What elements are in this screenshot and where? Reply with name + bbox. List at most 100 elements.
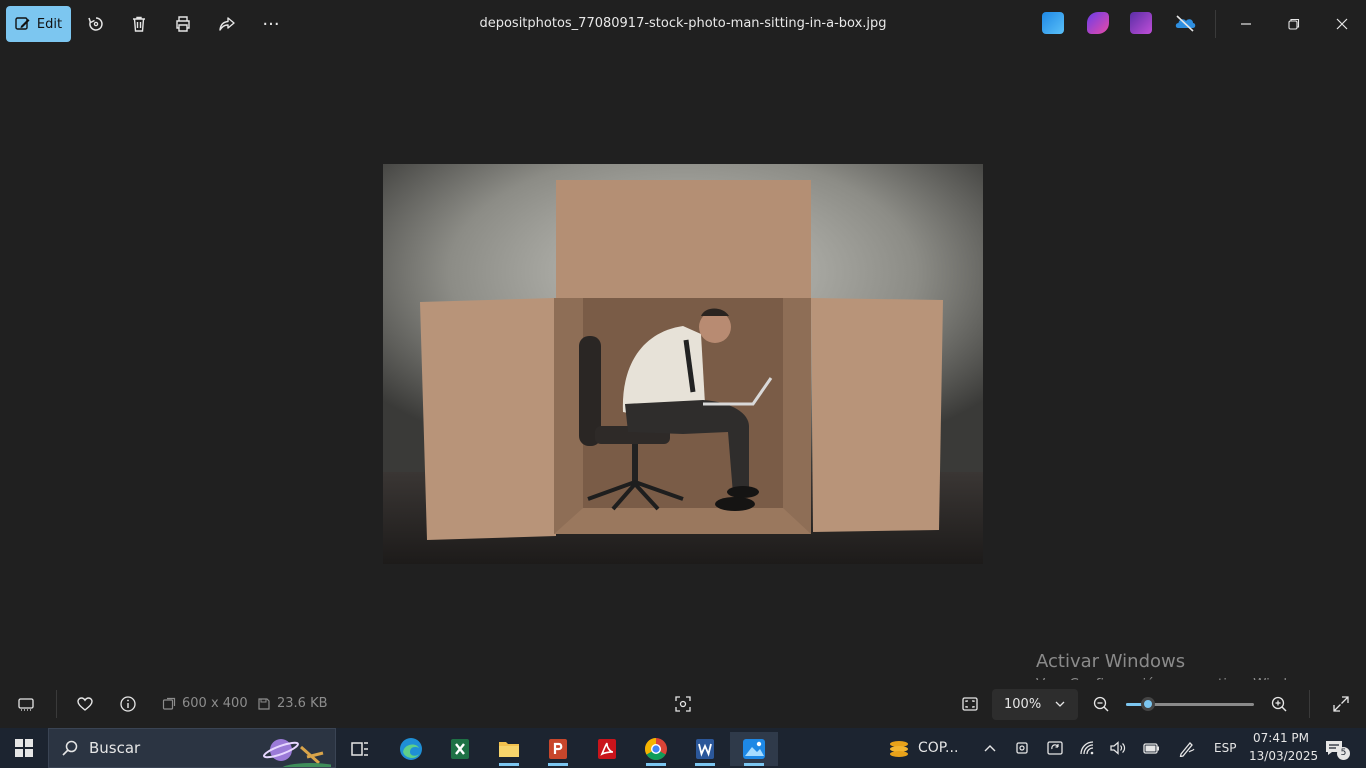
designer-app-icon[interactable] bbox=[1042, 12, 1064, 34]
restore-icon bbox=[1288, 18, 1300, 30]
edit-icon bbox=[15, 17, 30, 30]
image-dimensions: 600 x 400 bbox=[162, 696, 248, 711]
chevron-down-icon bbox=[1055, 701, 1065, 707]
clock-date[interactable]: 13/03/2025 bbox=[1249, 749, 1318, 763]
pen-tray[interactable] bbox=[1177, 738, 1197, 758]
notification-badge: 5 bbox=[1337, 747, 1350, 760]
show-hidden-icons-button[interactable] bbox=[980, 738, 1000, 758]
taskbar-powerpoint[interactable] bbox=[536, 732, 580, 766]
chevron-up-icon bbox=[984, 745, 996, 752]
fit-to-window-button[interactable] bbox=[957, 692, 983, 716]
visual-search-button[interactable] bbox=[670, 692, 696, 716]
maximize-button[interactable] bbox=[1274, 8, 1314, 40]
zoom-in-icon bbox=[1271, 696, 1287, 712]
taskbar-excel[interactable] bbox=[438, 732, 482, 766]
zoom-slider-thumb[interactable] bbox=[1140, 697, 1155, 711]
running-indicator bbox=[548, 763, 568, 766]
wifi-icon bbox=[1080, 741, 1094, 755]
windows-taskbar: Buscar COP... ESP 07:41 PM 13/03/2025 5 bbox=[0, 728, 1366, 768]
onedrive-icon[interactable] bbox=[1174, 12, 1196, 34]
zoom-out-icon bbox=[1093, 696, 1109, 712]
zoom-level-text: 100% bbox=[1004, 697, 1042, 712]
taskbar-search-box[interactable]: Buscar bbox=[48, 728, 336, 768]
dimensions-icon bbox=[162, 697, 176, 710]
copilot-app-icon[interactable] bbox=[1087, 12, 1109, 34]
favorite-button[interactable] bbox=[72, 692, 98, 716]
zoom-out-button[interactable] bbox=[1088, 692, 1114, 716]
clipchamp-app-icon[interactable] bbox=[1130, 12, 1152, 34]
printer-icon bbox=[176, 16, 190, 32]
minimize-icon bbox=[1241, 23, 1251, 25]
filmstrip-icon bbox=[18, 698, 34, 711]
file-title: depositphotos_77080917-stock-photo-man-s… bbox=[479, 16, 887, 31]
file-size: 23.6 KB bbox=[257, 696, 328, 711]
trash-icon bbox=[133, 16, 145, 32]
weather-label[interactable]: COP... bbox=[918, 740, 958, 756]
network-tray[interactable] bbox=[1078, 738, 1098, 758]
battery-tray[interactable] bbox=[1141, 738, 1161, 758]
notification-center-button[interactable]: 5 bbox=[1322, 738, 1350, 760]
bottom-toolbar: 600 x 400 23.6 KB 100% bbox=[0, 680, 1366, 728]
edit-button[interactable]: Edit bbox=[6, 6, 71, 42]
sync-tray[interactable] bbox=[1045, 738, 1065, 758]
photo-man-in-box bbox=[383, 164, 983, 564]
rotate-button[interactable] bbox=[80, 8, 112, 40]
battery-icon bbox=[1143, 743, 1159, 754]
task-view-button[interactable] bbox=[338, 732, 382, 766]
delete-button[interactable] bbox=[123, 8, 155, 40]
info-icon bbox=[120, 696, 136, 712]
close-icon bbox=[1336, 18, 1348, 30]
share-button[interactable] bbox=[211, 8, 243, 40]
windows-logo-icon bbox=[15, 739, 33, 757]
taskbar-edge[interactable] bbox=[389, 732, 433, 766]
top-toolbar: Edit ··· depositphotos_77080917-stock-ph… bbox=[0, 0, 1366, 48]
print-button[interactable] bbox=[167, 8, 199, 40]
sync-icon bbox=[1047, 741, 1063, 755]
fullscreen-button[interactable] bbox=[1328, 692, 1354, 716]
search-highlight-planet-icon bbox=[263, 739, 331, 767]
zoom-slider[interactable] bbox=[1126, 697, 1254, 711]
input-language[interactable]: ESP bbox=[1214, 741, 1236, 755]
filesize-text: 23.6 KB bbox=[277, 696, 328, 711]
more-icon: ··· bbox=[262, 13, 280, 35]
displayed-photo[interactable] bbox=[383, 164, 983, 564]
toolbar-divider bbox=[1215, 10, 1216, 38]
running-indicator bbox=[646, 763, 666, 766]
taskbar-acrobat[interactable] bbox=[585, 732, 629, 766]
clock-time[interactable]: 07:41 PM bbox=[1253, 731, 1309, 745]
photos-icon bbox=[743, 739, 765, 759]
zoom-level-dropdown[interactable]: 100% bbox=[992, 689, 1078, 720]
taskbar-chrome[interactable] bbox=[634, 732, 678, 766]
photos-app-window: Edit ··· depositphotos_77080917-stock-ph… bbox=[0, 0, 1366, 728]
running-indicator bbox=[695, 763, 715, 766]
folder-icon bbox=[499, 742, 519, 757]
start-button[interactable] bbox=[0, 728, 48, 768]
minimize-button[interactable] bbox=[1226, 8, 1266, 40]
speaker-icon bbox=[1110, 741, 1126, 755]
search-icon bbox=[62, 740, 78, 756]
expand-icon bbox=[1333, 696, 1349, 712]
taskbar-file-explorer[interactable] bbox=[487, 732, 531, 766]
meet-now-tray[interactable] bbox=[1012, 738, 1032, 758]
powerpoint-icon bbox=[549, 739, 567, 759]
heart-icon bbox=[77, 697, 93, 711]
running-indicator bbox=[499, 763, 519, 766]
excel-icon bbox=[451, 739, 469, 759]
taskbar-photos[interactable] bbox=[730, 732, 778, 766]
zoom-in-button[interactable] bbox=[1266, 692, 1292, 716]
weather-icon[interactable] bbox=[888, 738, 910, 758]
share-icon bbox=[219, 17, 235, 31]
acrobat-icon bbox=[598, 739, 616, 759]
taskbar-word[interactable] bbox=[683, 732, 727, 766]
running-indicator bbox=[744, 763, 764, 766]
file-info-button[interactable] bbox=[115, 692, 141, 716]
close-button[interactable] bbox=[1322, 8, 1362, 40]
filmstrip-button[interactable] bbox=[13, 692, 39, 716]
pen-icon bbox=[1179, 742, 1195, 757]
bottom-divider bbox=[56, 690, 57, 718]
bottom-divider-right bbox=[1309, 690, 1310, 718]
more-options-button[interactable]: ··· bbox=[255, 8, 287, 40]
edge-icon bbox=[400, 738, 422, 760]
volume-tray[interactable] bbox=[1108, 738, 1128, 758]
dimensions-text: 600 x 400 bbox=[182, 696, 248, 711]
